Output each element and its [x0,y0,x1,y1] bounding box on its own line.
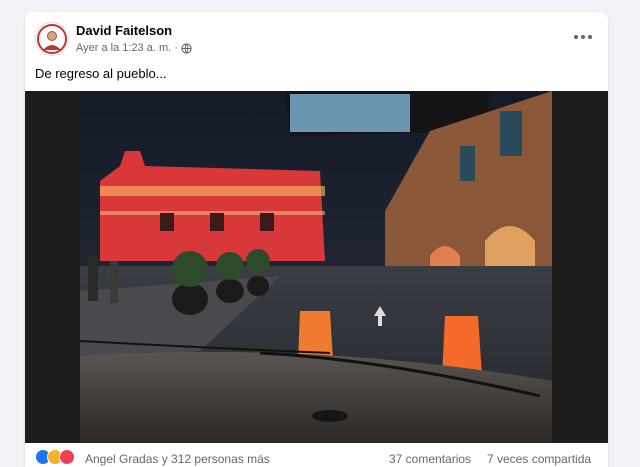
post-caption: De regreso al pueblo... [35,66,167,81]
post-timestamp[interactable]: Ayer a la 1:23 a. m. [76,42,171,54]
comments-count[interactable]: 37 comentarios [389,452,471,466]
shares-count[interactable]: 7 veces compartida [487,452,591,466]
post-card: David Faitelson Ayer a la 1:23 a. m. · D… [25,12,608,467]
photo-image [80,91,552,443]
author-name[interactable]: David Faitelson [76,23,172,38]
globe-icon[interactable] [181,42,192,54]
more-options-icon[interactable] [572,30,594,44]
dot [574,35,578,39]
post-footer: Angel Gradas y 312 personas más 37 comen… [25,445,608,467]
love-icon [59,449,75,465]
meta-separator: · [174,42,178,54]
dot [581,35,585,39]
reactions-summary[interactable]: Angel Gradas y 312 personas más [85,452,270,466]
post-photo[interactable] [25,91,608,443]
dot [588,35,592,39]
post-meta: Ayer a la 1:23 a. m. · [76,42,192,54]
reaction-icons[interactable] [35,449,75,465]
author-avatar[interactable] [35,22,69,56]
post-header: David Faitelson Ayer a la 1:23 a. m. · [25,12,608,68]
